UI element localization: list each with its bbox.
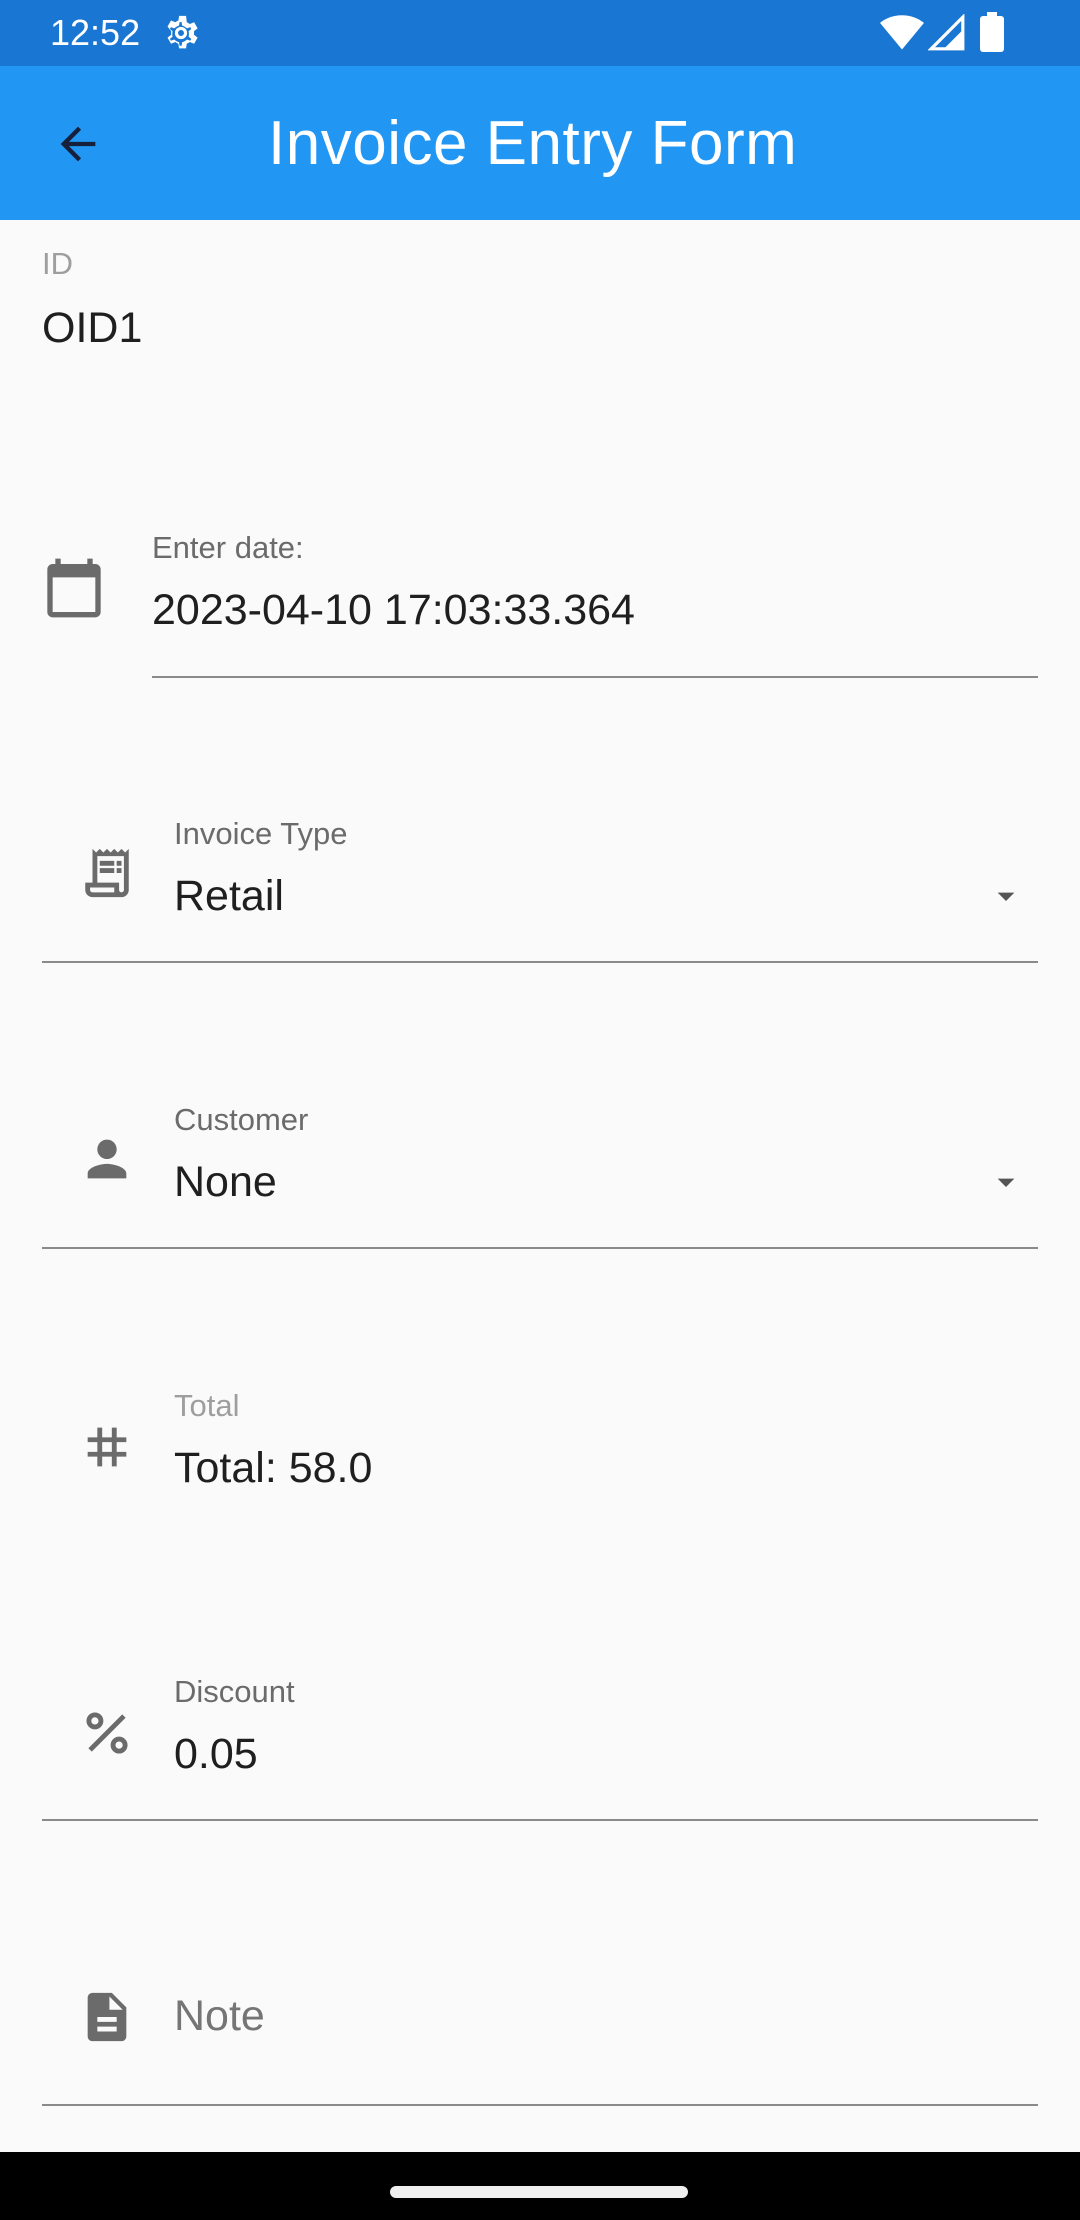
navigation-bar (0, 2152, 1080, 2220)
cell-signal-icon (928, 14, 965, 51)
invoice-type-label: Invoice Type (174, 816, 348, 851)
note-underline (42, 2104, 1038, 2106)
date-underline (152, 676, 1038, 678)
wifi-icon (880, 15, 924, 50)
battery-icon (980, 12, 1004, 52)
invoice-type-value: Retail (174, 872, 284, 920)
tag-hash-icon (87, 1427, 127, 1467)
customer-label: Customer (174, 1102, 309, 1137)
total-label: Total (174, 1388, 240, 1423)
id-value: OID1 (42, 304, 143, 352)
discount-input[interactable]: 0.05 (174, 1730, 258, 1779)
customer-value: None (174, 1158, 277, 1206)
home-handle[interactable] (390, 2186, 688, 2198)
status-time: 12:52 (50, 12, 141, 53)
receipt-icon (85, 848, 129, 898)
person-icon (87, 1139, 127, 1179)
customer-underline (42, 1247, 1038, 1249)
date-label: Enter date: (152, 530, 304, 565)
discount-label: Discount (174, 1674, 295, 1709)
note-input[interactable]: Note (174, 1992, 265, 2041)
total-value: Total: 58.0 (174, 1444, 373, 1492)
document-icon (87, 1992, 127, 2042)
id-label: ID (42, 246, 73, 281)
dropdown-arrow-icon (997, 892, 1015, 901)
settings-gear-icon (167, 15, 198, 49)
discount-underline (42, 1819, 1038, 1821)
calendar-icon (47, 558, 101, 618)
arrow-back-icon (60, 126, 96, 162)
back-button[interactable] (40, 106, 116, 182)
dropdown-arrow-icon (997, 1178, 1015, 1187)
invoice-type-underline (42, 961, 1038, 963)
status-bar: 12:52 (0, 0, 1080, 66)
app-bar: Invoice Entry Form (0, 66, 1080, 220)
date-value[interactable]: 2023-04-10 17:03:33.364 (152, 586, 635, 635)
percent-icon (86, 1712, 128, 1754)
page-title: Invoice Entry Form (268, 109, 798, 178)
